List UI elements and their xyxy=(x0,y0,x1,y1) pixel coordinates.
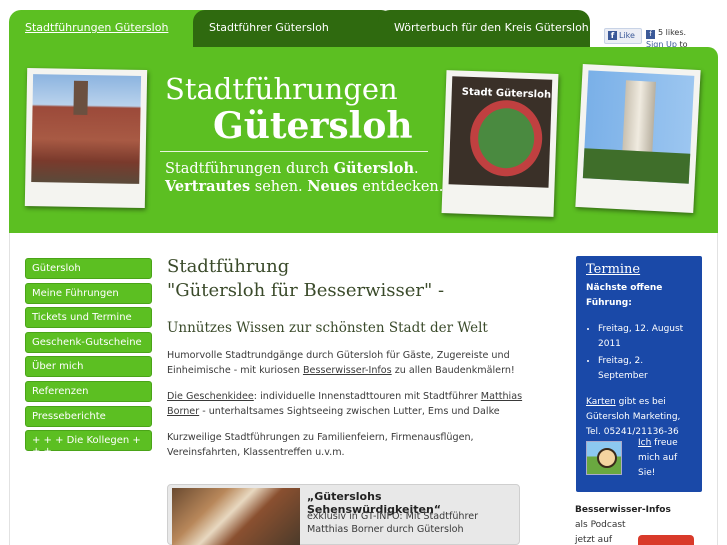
ich-text: Ich freue mich auf Sie! xyxy=(638,438,678,478)
water-tower-photo xyxy=(575,64,701,213)
besserwisser-infos-link[interactable]: Besserwisser-Infos xyxy=(303,365,392,376)
list-item: Freitag, 2. September xyxy=(598,354,692,384)
page-title: Stadtführung "Gütersloh für Besserwisser… xyxy=(167,256,445,301)
site-title-line2: Gütersloh xyxy=(213,105,413,147)
press-teaser[interactable]: „Güterslohs Sehenswürdigkeiten“ exklusiv… xyxy=(167,484,520,545)
nav-item-guetersloh[interactable]: Gütersloh xyxy=(25,258,152,279)
facebook-icon: f xyxy=(646,30,655,39)
nav-item-kollegen[interactable]: + + + Die Kollegen + + + xyxy=(25,430,152,457)
nav-item-meine-fuehrungen[interactable]: Meine Führungen xyxy=(25,282,152,304)
tagline-line2: Vertrautes sehen. Neues entdecken. xyxy=(165,178,444,195)
ich-link[interactable]: Ich xyxy=(638,438,651,448)
teaser-photo xyxy=(172,488,300,545)
karten-info: Karten gibt es bei Gütersloh Marketing, … xyxy=(586,397,681,437)
avatar xyxy=(586,441,622,475)
termine-box: Termine Nächste offene Führung: Freitag,… xyxy=(576,256,702,492)
gift-paragraph: Die Geschenkidee: individuelle Innenstad… xyxy=(167,391,523,417)
karten-link[interactable]: Karten xyxy=(586,397,616,407)
nav-item-referenzen[interactable]: Referenzen xyxy=(25,380,152,402)
sidebar-nav: Gütersloh Meine Führungen Tickets und Te… xyxy=(25,258,152,457)
city-sign-photo: Stadt Gütersloh xyxy=(441,70,559,217)
tab-label[interactable]: Stadtführungen Gütersloh xyxy=(25,21,168,34)
geschenkidee-link[interactable]: Die Geschenkidee xyxy=(167,391,254,402)
townhall-photo xyxy=(24,67,148,209)
nav-item-gutscheine[interactable]: Geschenk-Gutscheine xyxy=(25,331,152,353)
list-item: Freitag, 12. August 2011 xyxy=(598,322,692,352)
site-title-line1: Stadtführungen xyxy=(165,72,398,106)
podcast-icon[interactable] xyxy=(638,535,694,545)
sign-label: Stadt Gütersloh xyxy=(461,86,552,101)
page-subtitle: Unnützes Wissen zur schönsten Stadt der … xyxy=(167,320,488,336)
termine-link[interactable]: Termine xyxy=(586,262,692,277)
nav-item-presseberichte[interactable]: Presseberichte xyxy=(25,405,152,427)
tagline-line1: Stadtführungen durch Gütersloh. xyxy=(165,160,419,177)
termine-list: Freitag, 12. August 2011 Freitag, 2. Sep… xyxy=(586,322,692,384)
termine-subtitle: Nächste offene Führung: xyxy=(586,283,663,308)
events-paragraph: Kurzweilige Stadtführungen zu Familienfe… xyxy=(167,432,474,458)
main-content: Stadtführung "Gütersloh für Besserwisser… xyxy=(167,255,545,460)
title-divider xyxy=(160,151,428,152)
tab-stadtfuehrer[interactable]: Stadtführer Gütersloh xyxy=(193,10,393,48)
tab-woerterbuch[interactable]: Wörterbuch für den Kreis Gütersloh xyxy=(378,10,590,48)
facebook-icon: f xyxy=(608,31,617,40)
facebook-like-button[interactable]: f Like xyxy=(604,28,642,44)
tab-label: Stadtführer Gütersloh xyxy=(209,21,329,34)
nav-item-ueber-mich[interactable]: Über mich xyxy=(25,356,152,378)
intro-paragraph: Humorvolle Stadtrundgänge durch Güterslo… xyxy=(167,350,515,376)
tab-stadtfuehrungen[interactable]: Stadtführungen Gütersloh xyxy=(9,10,222,48)
tab-label: Wörterbuch für den Kreis Gütersloh xyxy=(394,21,589,34)
nav-item-tickets[interactable]: Tickets und Termine xyxy=(25,307,152,329)
teaser-text: exklusiv in GT-INFO: Mit Stadtführer Mat… xyxy=(307,511,479,535)
